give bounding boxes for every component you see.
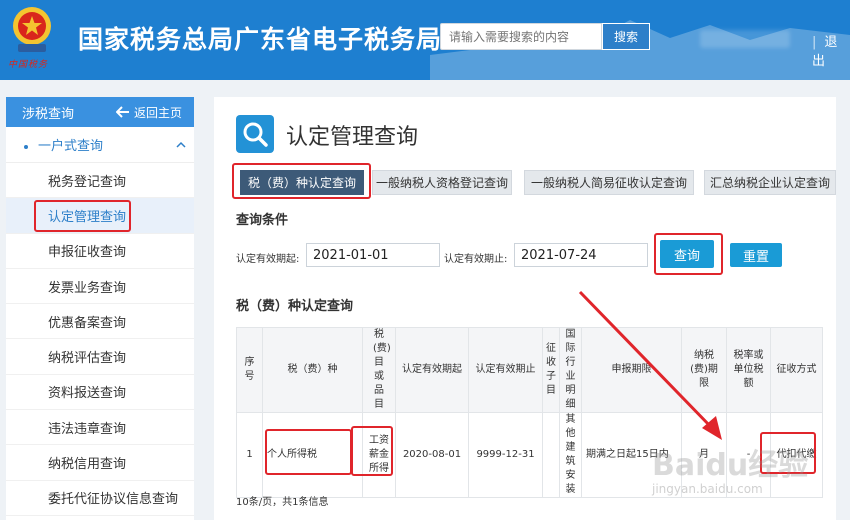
- start-date-input[interactable]: [306, 243, 440, 267]
- sidebar-item-label: 违法违章查询: [48, 421, 127, 437]
- sidebar-item-label: 纳税评估查询: [48, 351, 127, 367]
- col-header-tax-type: 税（费）种: [262, 327, 363, 413]
- col-header-deadline: 申报期限: [581, 327, 682, 413]
- col-header-tax-item: 税(费)目或品目: [362, 327, 396, 413]
- sidebar-item-credit[interactable]: 纳税信用查询: [6, 445, 194, 481]
- back-home-link[interactable]: 返回主页: [115, 104, 182, 121]
- sidebar-item-invoice[interactable]: 发票业务查询: [6, 269, 194, 305]
- tab-consolidated-tax[interactable]: 汇总纳税企业认定查询: [704, 170, 836, 195]
- col-header-method: 征收方式: [770, 327, 823, 413]
- col-header-index: 序号: [236, 327, 263, 413]
- highlight-tax-item: [351, 426, 393, 476]
- back-home-label: 返回主页: [133, 105, 182, 120]
- top-header: 中国税务 国家税务总局广东省电子税务局 搜索 退出: [0, 0, 850, 80]
- sidebar-item-violation[interactable]: 违法违章查询: [6, 410, 194, 446]
- blurred-user-info: [700, 30, 790, 48]
- col-header-valid-to: 认定有效期止: [468, 327, 543, 413]
- query-section-title: 查询条件: [236, 213, 289, 228]
- col-header-rate: 税率或单位税额: [726, 327, 771, 413]
- sidebar-item-label: 资料报送查询: [48, 386, 127, 402]
- sidebar-item-label: 税务登记查询: [48, 174, 127, 190]
- logout-link[interactable]: 退出: [812, 31, 850, 69]
- pagination-note: 10条/页，共1条信息: [236, 497, 329, 508]
- col-header-industry: 国际行业明细: [559, 327, 582, 413]
- end-date-label: 认定有效期止:: [444, 254, 508, 265]
- highlight-tax-type: [265, 429, 352, 475]
- cell-valid-from: 2020-08-01: [395, 412, 469, 498]
- page-title: 认定管理查询: [286, 125, 419, 150]
- back-arrow-icon: [115, 106, 129, 118]
- sidebar-item-label: 委托代征协议信息查询: [48, 492, 179, 508]
- start-date-label: 认定有效期起:: [236, 254, 300, 265]
- reset-button[interactable]: 重置: [730, 243, 782, 267]
- end-date-input[interactable]: [514, 243, 648, 267]
- table-header-row: 序号 税（费）种 税(费)目或品目 认定有效期起 认定有效期止 征收子目 国际行…: [236, 327, 823, 413]
- highlight-query-button: [654, 233, 723, 275]
- col-header-period: 纳税(费)期限: [681, 327, 727, 413]
- bullet-icon: [24, 144, 28, 149]
- sidebar-group-household-query[interactable]: 一户式查询: [6, 127, 194, 163]
- watermark-logo: Baidu经验: [652, 448, 809, 483]
- cell-industry: 其他建筑安装: [559, 412, 582, 498]
- sidebar-group-label: 一户式查询: [38, 139, 104, 154]
- sidebar-item-submission[interactable]: 资料报送查询: [6, 375, 194, 411]
- watermark-url: jingyan.baidu.com: [652, 482, 763, 496]
- sidebar-item-registration[interactable]: 税务登记查询: [6, 163, 194, 199]
- sidebar-item-preferential[interactable]: 优惠备案查询: [6, 304, 194, 340]
- sidebar-title: 涉税查询: [22, 106, 75, 122]
- result-section-title: 税（费）种认定查询: [236, 299, 354, 314]
- sidebar-header: 涉税查询 返回主页: [6, 97, 194, 127]
- cell-valid-to: 9999-12-31: [468, 412, 543, 498]
- chevron-up-icon: [176, 141, 186, 148]
- cell-sub-item: [542, 412, 560, 498]
- search-button[interactable]: 搜索: [602, 23, 650, 50]
- col-header-valid-from: 认定有效期起: [395, 327, 469, 413]
- sidebar-item-label: 纳税信用查询: [48, 457, 127, 473]
- sidebar-item-label: 优惠备案查询: [48, 315, 127, 331]
- page-icon-box: [236, 115, 274, 153]
- sidebar-item-entrusted[interactable]: 委托代征协议信息查询: [6, 481, 194, 516]
- sidebar-item-label: 发票业务查询: [48, 280, 127, 296]
- col-header-sub-item: 征收子目: [542, 327, 560, 413]
- tab-general-taxpayer[interactable]: 一般纳税人资格登记查询: [372, 170, 512, 195]
- sidebar: 涉税查询 返回主页 一户式查询 税务登记查询 认定管理查询 申报征收查询 发票业…: [6, 97, 194, 520]
- sidebar-item-assessment[interactable]: 纳税评估查询: [6, 339, 194, 375]
- cell-index: 1: [236, 412, 263, 498]
- sidebar-item-label: 申报征收查询: [48, 245, 127, 261]
- sidebar-item-declaration[interactable]: 申报征收查询: [6, 234, 194, 269]
- site-title: 国家税务总局广东省电子税务局: [78, 25, 443, 54]
- search-icon: [243, 122, 268, 147]
- tax-emblem-icon: [13, 7, 51, 52]
- emblem-caption: 中国税务: [8, 60, 49, 70]
- search-input[interactable]: [440, 23, 602, 50]
- highlight-active-tab: [232, 163, 371, 199]
- highlight-sidebar-active: [34, 200, 131, 232]
- tab-simple-collection[interactable]: 一般纳税人简易征收认定查询: [524, 170, 694, 195]
